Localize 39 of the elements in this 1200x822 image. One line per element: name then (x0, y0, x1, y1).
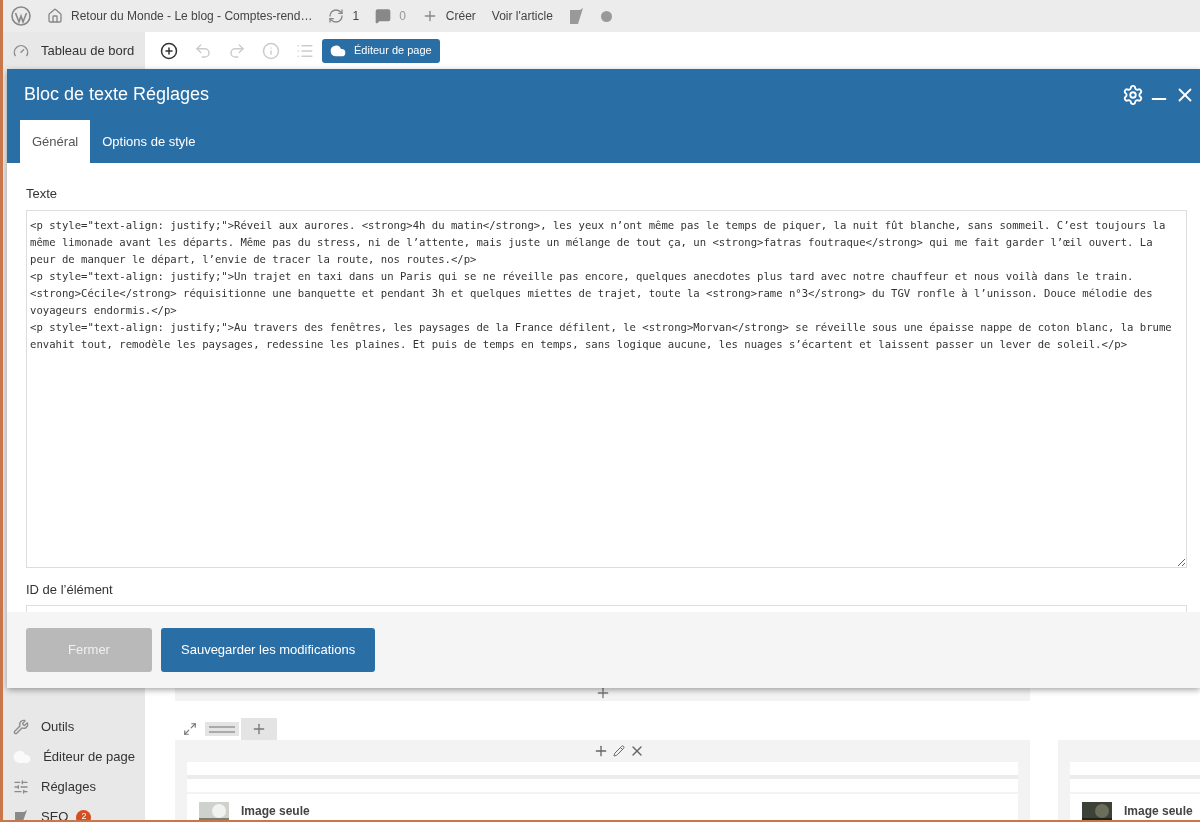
save-button[interactable]: Sauvegarder les modifications (161, 628, 376, 672)
updates-link[interactable]: 1 (328, 7, 360, 25)
sidebar-item[interactable]: Outils (3, 712, 145, 742)
dialog-title: Bloc de texte Réglages (24, 83, 210, 106)
sliders-icon (13, 779, 29, 795)
comment-icon (375, 8, 392, 24)
module-card[interactable]: Image seule (187, 794, 1018, 820)
seo-logo-icon[interactable] (568, 7, 585, 25)
count-badge: 2 (76, 809, 92, 820)
new-link[interactable]: Créer (421, 7, 476, 25)
tab[interactable]: Général (20, 120, 91, 163)
sidebar-item[interactable]: Réglages (3, 772, 145, 802)
sidebar-item[interactable]: Éditeur de page (3, 742, 145, 772)
field-label: Texte (26, 185, 59, 203)
page-editor-button[interactable]: Éditeur de page (322, 38, 440, 63)
plus-icon (251, 721, 267, 737)
home-icon (47, 8, 63, 24)
drag-handle-icon[interactable] (205, 722, 239, 736)
settings-icon[interactable] (1122, 83, 1144, 106)
info-icon[interactable] (262, 41, 280, 60)
field-label: ID de l’élément (26, 580, 114, 599)
tab[interactable]: Options de style (90, 120, 208, 163)
text-field[interactable]: <p style="text-align: justify;">Réveil aux aurores. <strong>4h du matin</strong>, les yeux n’ont même pas le temps de piquer, la nuit fût blanche, sans sommeil. C’est toujours la même limonade avant les départs. Même pas du stress, ni de l’attente, mais juste un mélange de tout ça, un <strong>fatras foutraque</strong> qui me fait garder l’œil ouvert. La peur de manquer le départ, l’envie de tracer la route, nos routes.</p> <p style="text-align: justify;">Un trajet en taxi dans un Paris qui se ne réveille pas encore, quelques anecdotes plus tard avec notre chauffeur et nous voilà dans le train. <strong>Cécile</strong> réquisitionne une banquette et pendant 3h et quelques miettes de trajet, toute la <strong>rame n°3</strong> du TGV ronfle à l’unisson. Douce mélodie des voyageurs endormis.</p> <p style="text-align: justify;">Au travers des fenêtres, les paysages de la France défilent, le <strong>Morvan</strong> se réveille sous une épaisse nappe de coton blanc, la brume envahit tout, remodèle les paysages, redessine les plaines. Et puis de temps en temps, sans logique aucune, les nuages s’écartent et laissent passer un lever de soleil.</p> (26, 209, 1187, 568)
wordpress-logo-icon[interactable] (11, 6, 31, 26)
undo-icon[interactable] (194, 41, 212, 60)
add-icon[interactable] (160, 41, 178, 60)
sidebar-item[interactable]: Tableau de bord (3, 36, 145, 66)
module-title: Image seule (241, 803, 310, 820)
edit-icon[interactable] (612, 745, 625, 757)
site-title-link[interactable]: Retour du Monde - Le blog - Comptes-rend… (71, 7, 313, 25)
module-card[interactable]: Image seule (1070, 794, 1200, 820)
wrench-icon (13, 719, 29, 735)
module-title: Image seule (1124, 803, 1193, 820)
refresh-icon (328, 8, 345, 24)
gauge-icon (13, 43, 29, 59)
view-article-link[interactable]: Voir l'article (491, 7, 553, 25)
redo-icon[interactable] (228, 41, 246, 60)
add-column-button[interactable] (241, 718, 277, 740)
move-icon[interactable] (183, 722, 197, 736)
